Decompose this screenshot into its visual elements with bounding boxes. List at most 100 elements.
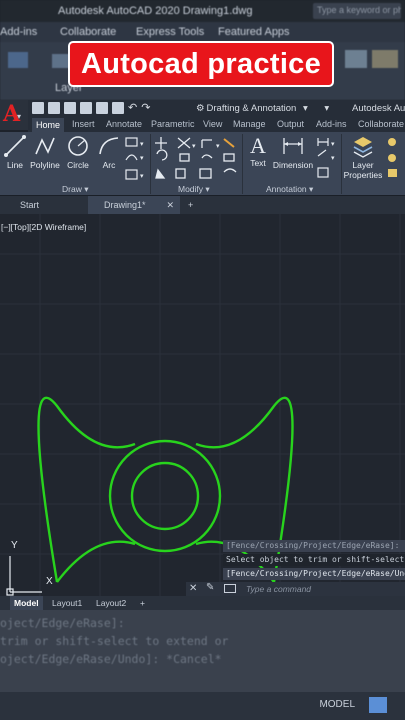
application-menu-button[interactable]: A ▾ [0,100,28,130]
drawing-tab-label: Drawing1* [104,200,146,210]
background-command-line: oject/Edge/eRase]: [0,616,125,630]
tab-view[interactable]: View [203,119,222,129]
print-icon[interactable] [112,102,124,114]
text-button[interactable]: A Text [245,134,271,169]
command-history-line: [Fence/Crossing/Project/Edge/eRase/Undo] [223,568,405,580]
screen: Autodesk AutoCAD 2020 Drawing1.dwg Type … [0,0,405,720]
arc-icon [99,137,119,155]
fillet-icon [201,139,212,148]
annotation-panel-label[interactable]: Annotation ▾ [266,184,313,195]
line-label: Line [6,160,24,170]
command-history-line: [Fence/Crossing/Project/Edge/eRase]: [223,540,405,552]
rotate-icon [156,149,168,161]
tab-add-ins[interactable]: Add-ins [316,119,347,129]
tab-layout2[interactable]: Layout2 [92,596,130,610]
svg-text:▾: ▾ [216,143,220,150]
modify-panel-label[interactable]: Modify ▾ [178,184,210,195]
grid-icon [369,697,387,713]
svg-text:▾: ▾ [192,143,196,150]
model-space-canvas[interactable] [0,214,405,596]
modify-tools: ▾ ▾ [155,137,237,179]
svg-text:▾: ▾ [331,141,335,148]
app-name: Autodesk Auto [352,103,405,114]
add-layout-button[interactable]: + [136,596,149,610]
copy-icon [179,153,190,162]
chevron-down-icon: ▾ [17,112,22,121]
stretch-icon [175,168,186,179]
hatch-icon [125,154,138,161]
properties-label: Properties [343,170,383,180]
plot-icon[interactable] [96,102,108,114]
chevron-down-icon[interactable]: ▾ [324,103,329,114]
command-history-line: Select object to trim or shift-select to [223,554,405,566]
background-menu-item: Express Tools [136,26,205,38]
rectangle-icon [125,137,138,147]
svg-text:▾: ▾ [140,141,144,148]
command-line[interactable]: ✕ ✎ Type a command [186,582,405,596]
chevron-down-icon: ▾ [302,103,308,114]
linear-icon [317,138,329,146]
table-icon [317,167,329,178]
lightbulb-icon [388,154,396,162]
layer-properties-button[interactable]: Layer Properties [342,134,384,180]
scale-icon [201,154,213,159]
new-icon[interactable] [32,102,44,114]
arc-button[interactable]: Arc [96,134,122,170]
trim-icon [177,137,191,149]
circle-button[interactable]: Circle [63,134,93,170]
open-icon[interactable] [48,102,60,114]
tab-drawing1[interactable]: Drawing1* ✕ [88,196,180,214]
save-as-icon[interactable] [80,102,92,114]
tab-parametric[interactable]: Parametric [151,119,195,129]
tab-collaborate[interactable]: Collaborate [358,119,404,129]
layer-label: Layer [352,160,374,170]
line-button[interactable]: Line [2,134,28,170]
array-icon [199,168,212,179]
workspace-selector[interactable]: ⚙ Drafting & Annotation ▾ ▾ [196,103,329,114]
circle-icon [68,136,88,156]
redo-icon[interactable]: ↷ [141,102,150,114]
tab-insert[interactable]: Insert [72,119,95,129]
line-icon [4,135,26,157]
ribbon-tabs: Home Insert Annotate Parametric View Man… [28,118,405,132]
svg-text:▾: ▾ [140,173,144,180]
command-input[interactable]: Type a command [246,584,311,594]
layer-small-icons [388,138,397,177]
close-command-line-icon[interactable]: ✕ [189,583,197,594]
draw-panel-label[interactable]: Draw ▾ [62,184,88,195]
tab-layout1[interactable]: Layout1 [48,596,86,610]
viewport-controls[interactable]: [−][Top][2D Wireframe] [1,222,86,232]
save-icon[interactable] [64,102,76,114]
dimension-button[interactable]: Dimension [272,134,314,170]
tab-output[interactable]: Output [277,119,304,129]
customize-icon[interactable]: ✎ [206,582,214,593]
text-label: Text [250,158,266,168]
mirror-icon [155,168,166,179]
tab-model[interactable]: Model [10,596,43,610]
tab-start[interactable]: Start [0,196,88,214]
command-icon[interactable] [224,584,236,593]
new-tab-button[interactable]: + [182,196,199,214]
annotation-small-icons: ▾ ▾ [317,138,335,178]
tab-manage[interactable]: Manage [233,119,266,129]
close-icon[interactable]: ✕ [166,196,174,214]
ucs-x-label: X [46,576,53,587]
background-menu-item: Featured Apps [218,26,290,38]
panel-separator [242,134,243,194]
polyline-button[interactable]: Polyline [28,134,62,170]
move-icon [155,137,167,149]
background-title: Autodesk AutoCAD 2020 Drawing1.dwg [58,5,253,17]
background-menu-item: Add-ins [0,26,38,38]
background-status-bar: MODEL [0,692,405,720]
drawing-viewport[interactable]: [−][Top][2D Wireframe] Y X [Fence/Crossi… [0,214,405,596]
quick-access-toolbar: ↶ ↷ ⚙ Drafting & Annotation ▾ ▾ Autodesk … [0,100,405,118]
annotation-panel-text: Annotation [266,184,307,194]
svg-text:▾: ▾ [140,155,144,162]
tab-home[interactable]: Home [32,118,65,132]
undo-icon[interactable]: ↶ [128,102,137,114]
arc-label: Arc [102,160,116,170]
background-command-line: trim or shift-select to extend or [0,634,229,648]
tab-annotate[interactable]: Annotate [106,119,142,129]
background-titlebar: Autodesk AutoCAD 2020 Drawing1.dwg Type … [0,0,405,22]
gear-icon: ⚙ [196,103,205,114]
